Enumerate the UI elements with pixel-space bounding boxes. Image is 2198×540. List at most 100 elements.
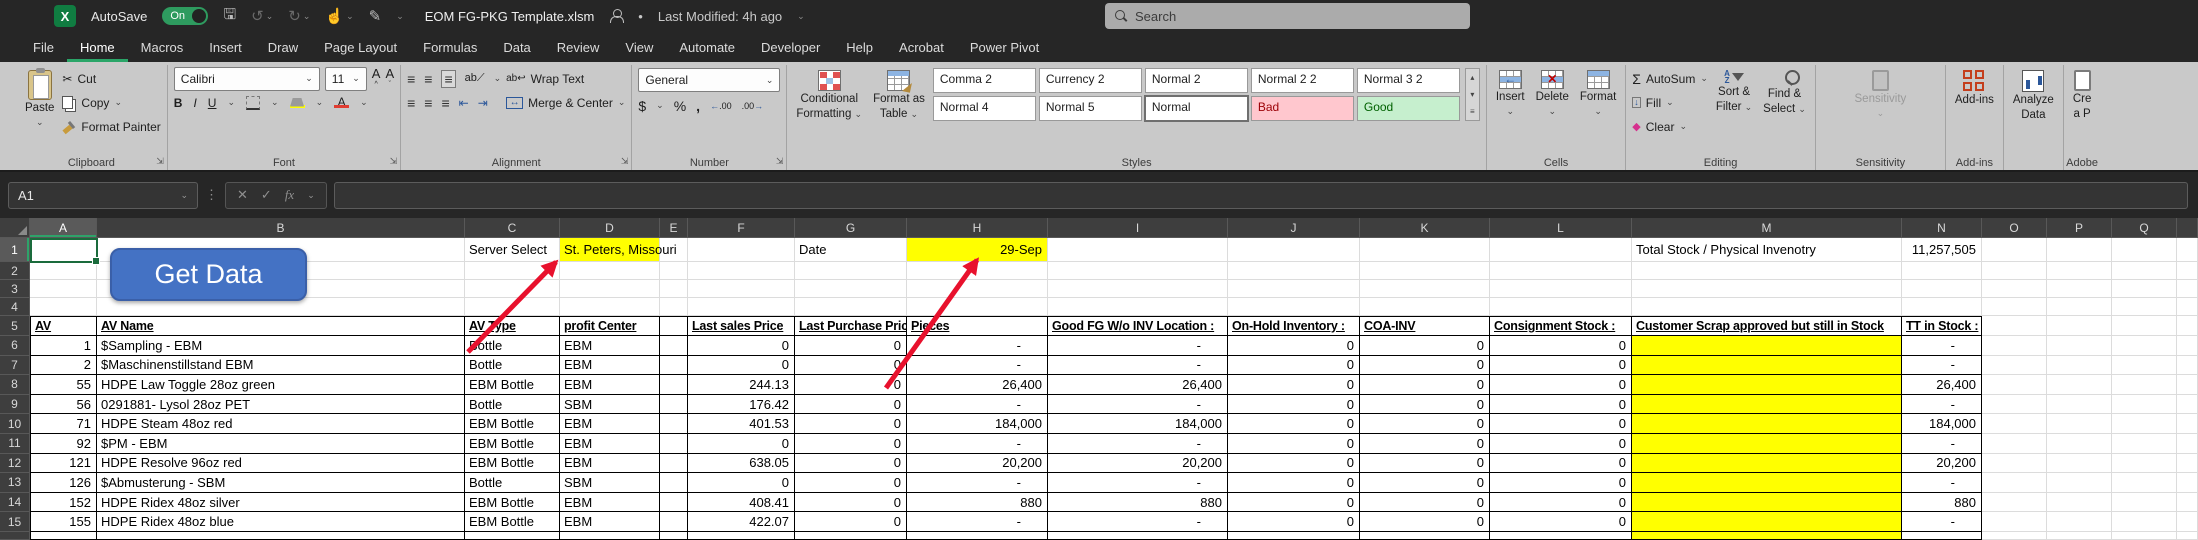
cell-C12[interactable]: EBM Bottle bbox=[465, 454, 560, 474]
cell-Q11[interactable] bbox=[2112, 434, 2177, 454]
cell-C4[interactable] bbox=[465, 298, 560, 316]
cell-J4[interactable] bbox=[1228, 298, 1360, 316]
cell-X3[interactable] bbox=[2177, 280, 2198, 298]
cell-A5-header[interactable]: AV bbox=[30, 316, 97, 336]
font-color-button[interactable]: A bbox=[334, 97, 349, 108]
cell-J5-header[interactable]: On-Hold Inventory : bbox=[1228, 316, 1360, 336]
cell-Q14[interactable] bbox=[2112, 493, 2177, 513]
cell-X5[interactable] bbox=[2177, 316, 2198, 336]
cell-G6[interactable]: 0 bbox=[795, 336, 907, 356]
cell-L16[interactable] bbox=[1490, 532, 1632, 540]
cell-J7[interactable]: 0 bbox=[1228, 356, 1360, 376]
cell-C15[interactable]: EBM Bottle bbox=[465, 512, 560, 532]
column-header-O[interactable]: O bbox=[1982, 218, 2047, 238]
cell-G8[interactable]: 0 bbox=[795, 375, 907, 395]
cell-I13[interactable]: - bbox=[1048, 473, 1228, 493]
cell-B10[interactable]: HDPE Steam 48oz red bbox=[97, 414, 465, 434]
decrease-font-button[interactable]: Aˇ bbox=[385, 68, 394, 90]
cell-P13[interactable] bbox=[2047, 473, 2112, 493]
sensitivity-button[interactable]: Sensitivity⌄ bbox=[1852, 68, 1910, 120]
cell-M12[interactable] bbox=[1632, 454, 1902, 474]
tab-data[interactable]: Data bbox=[490, 36, 543, 62]
row-header-5[interactable]: 5 bbox=[0, 316, 30, 336]
cell-A7[interactable]: 2 bbox=[30, 356, 97, 376]
cell-X2[interactable] bbox=[2177, 262, 2198, 280]
cell-N4[interactable] bbox=[1902, 298, 1982, 316]
cell-I4[interactable] bbox=[1048, 298, 1228, 316]
cell-N2[interactable] bbox=[1902, 262, 1982, 280]
column-header-K[interactable]: K bbox=[1360, 218, 1490, 238]
cell-B5-header[interactable]: AV Name bbox=[97, 316, 465, 336]
cell-L6[interactable]: 0 bbox=[1490, 336, 1632, 356]
cell-X9[interactable] bbox=[2177, 395, 2198, 415]
font-size-select[interactable]: 11⌄ bbox=[325, 67, 367, 91]
cell-K5-header[interactable]: COA-INV bbox=[1360, 316, 1490, 336]
cell-C8[interactable]: EBM Bottle bbox=[465, 375, 560, 395]
sort-filter-button[interactable]: AZ Sort & Filter ⌄ bbox=[1713, 68, 1755, 116]
cell-K2[interactable] bbox=[1360, 262, 1490, 280]
cell-A14[interactable]: 152 bbox=[30, 493, 97, 513]
autosave-toggle[interactable]: On bbox=[162, 7, 208, 25]
cell-I10[interactable]: 184,000 bbox=[1048, 414, 1228, 434]
cell-E2[interactable] bbox=[660, 262, 688, 280]
cell-X12[interactable] bbox=[2177, 454, 2198, 474]
cell-H13[interactable]: - bbox=[907, 473, 1048, 493]
align-bottom-icon[interactable]: ≡ bbox=[441, 70, 455, 88]
tab-help[interactable]: Help bbox=[833, 36, 886, 62]
cell-B14[interactable]: HDPE Ridex 48oz silver bbox=[97, 493, 465, 513]
cell-B6[interactable]: $Sampling - EBM bbox=[97, 336, 465, 356]
underline-button[interactable]: U bbox=[208, 96, 217, 110]
cell-K6[interactable]: 0 bbox=[1360, 336, 1490, 356]
cell-M3[interactable] bbox=[1632, 280, 1902, 298]
tab-developer[interactable]: Developer bbox=[748, 36, 833, 62]
cell-E8[interactable] bbox=[660, 375, 688, 395]
cell-A4[interactable] bbox=[30, 298, 97, 316]
cell-H4[interactable] bbox=[907, 298, 1048, 316]
cell-Q8[interactable] bbox=[2112, 375, 2177, 395]
cell-K11[interactable]: 0 bbox=[1360, 434, 1490, 454]
cell-I6[interactable]: - bbox=[1048, 336, 1228, 356]
cell-J6[interactable]: 0 bbox=[1228, 336, 1360, 356]
redo-button[interactable]: ↻⌄ bbox=[288, 7, 310, 25]
clipboard-dialog-launcher[interactable]: ⇲ bbox=[156, 156, 164, 167]
tab-automate[interactable]: Automate bbox=[666, 36, 748, 62]
format-painter-button[interactable]: Format Painter bbox=[62, 116, 160, 137]
cell-D16[interactable] bbox=[560, 532, 660, 540]
cell-O9[interactable] bbox=[1982, 395, 2047, 415]
style-normal-2[interactable]: Normal 2 bbox=[1145, 68, 1248, 93]
cell-F15[interactable]: 422.07 bbox=[688, 512, 795, 532]
cell-O10[interactable] bbox=[1982, 414, 2047, 434]
cell-K4[interactable] bbox=[1360, 298, 1490, 316]
conditional-formatting-button[interactable]: Conditional Formatting ⌄ bbox=[793, 68, 865, 123]
cell-L3[interactable] bbox=[1490, 280, 1632, 298]
style-normal-4[interactable]: Normal 4 bbox=[933, 96, 1036, 121]
style-currency-2[interactable]: Currency 2 bbox=[1039, 68, 1142, 93]
style-normal-2-2[interactable]: Normal 2 2 bbox=[1251, 68, 1354, 93]
cell-O8[interactable] bbox=[1982, 375, 2047, 395]
cell-H1-date[interactable]: 29-Sep bbox=[907, 238, 1048, 262]
cell-A15[interactable]: 155 bbox=[30, 512, 97, 532]
cell-E11[interactable] bbox=[660, 434, 688, 454]
cell-D9[interactable]: SBM bbox=[560, 395, 660, 415]
cell-F5-header[interactable]: Last sales Price bbox=[688, 316, 795, 336]
cell-F12[interactable]: 638.05 bbox=[688, 454, 795, 474]
cell-X13[interactable] bbox=[2177, 473, 2198, 493]
cell-O5[interactable] bbox=[1982, 316, 2047, 336]
cell-N5-header[interactable]: TT in Stock : bbox=[1902, 316, 1982, 336]
clear-button[interactable]: ◆ Clear⌄ bbox=[1632, 116, 1708, 137]
increase-font-button[interactable]: A^ bbox=[372, 68, 381, 90]
cell-L7[interactable]: 0 bbox=[1490, 356, 1632, 376]
touch-mode-button[interactable]: ☝⌄ bbox=[325, 7, 353, 25]
cell-A13[interactable]: 126 bbox=[30, 473, 97, 493]
cell-F8[interactable]: 244.13 bbox=[688, 375, 795, 395]
cell-A3[interactable] bbox=[30, 280, 97, 298]
row-header-2[interactable]: 2 bbox=[0, 262, 30, 280]
cell-K14[interactable]: 0 bbox=[1360, 493, 1490, 513]
cell-C1[interactable]: Server Select bbox=[465, 238, 560, 262]
column-header-P[interactable]: P bbox=[2047, 218, 2112, 238]
cell-Q6[interactable] bbox=[2112, 336, 2177, 356]
align-center-icon[interactable]: ≡ bbox=[424, 95, 432, 111]
cell-B13[interactable]: $Abmusterung - SBM bbox=[97, 473, 465, 493]
column-header-N[interactable]: N bbox=[1902, 218, 1982, 238]
cell-D2[interactable] bbox=[560, 262, 660, 280]
